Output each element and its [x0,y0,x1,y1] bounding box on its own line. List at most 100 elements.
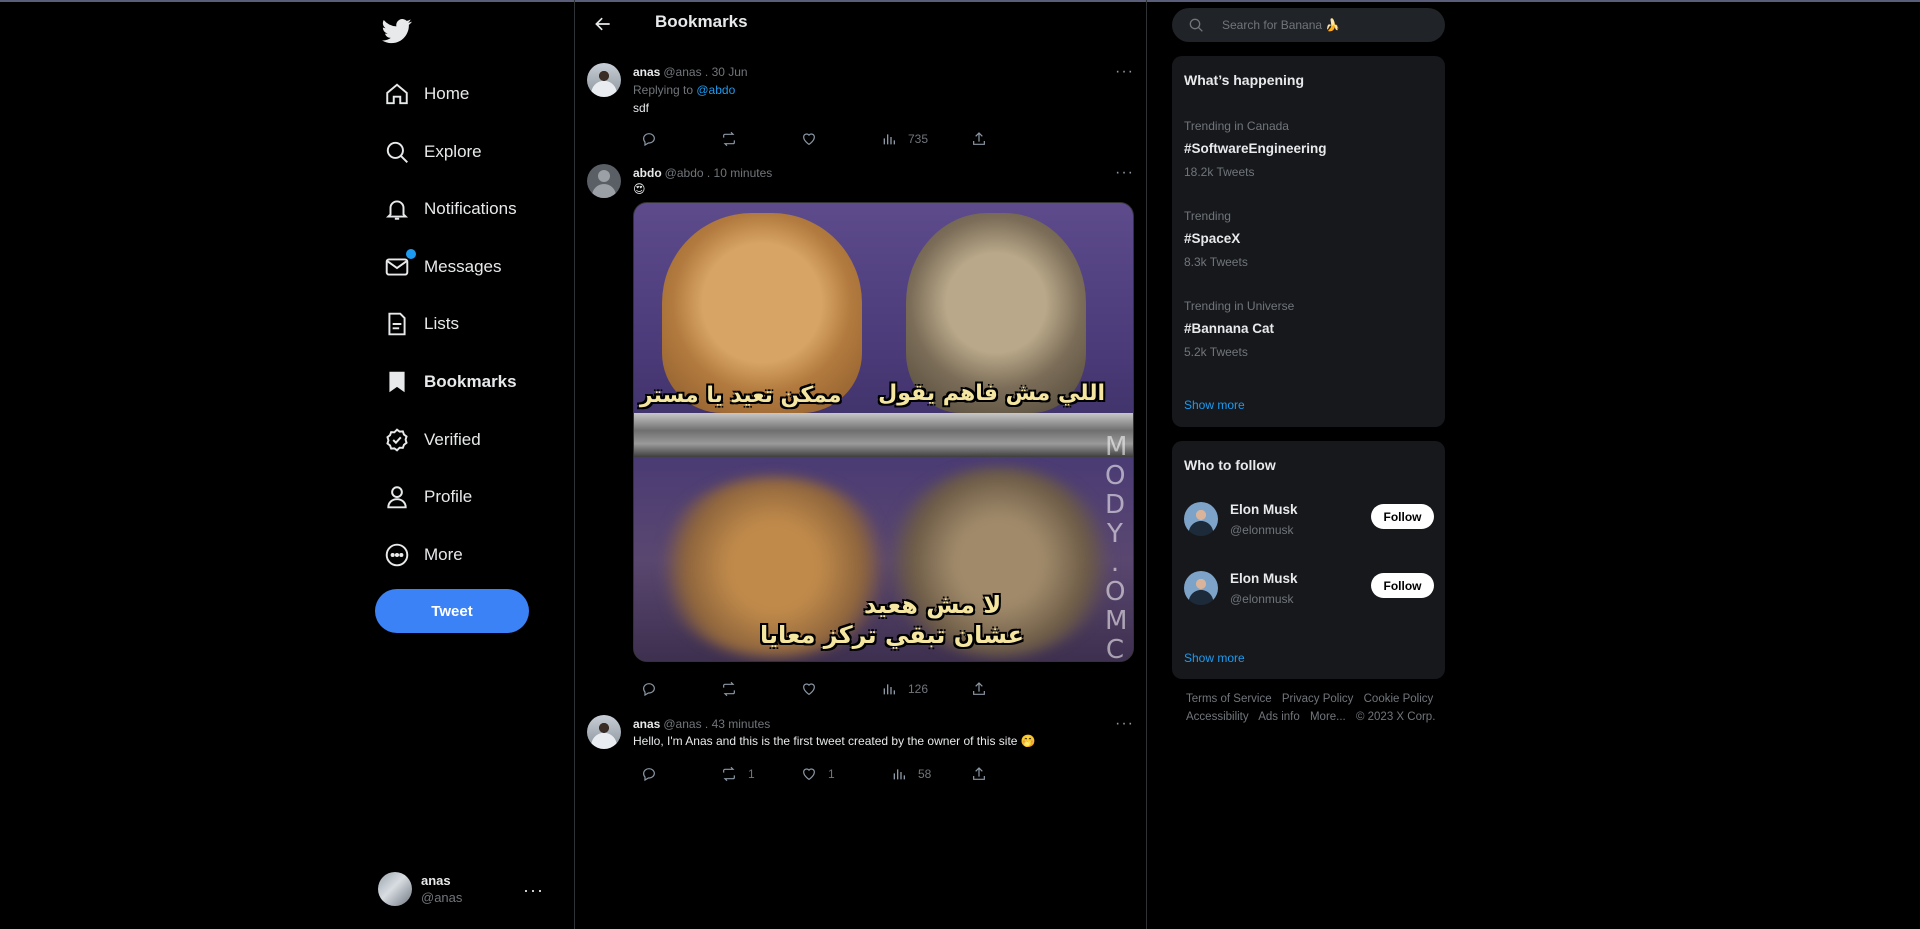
like-button[interactable] [801,131,817,147]
retweet-button[interactable] [721,131,737,147]
profile-icon [384,484,410,510]
like-button[interactable] [801,681,817,697]
replying-to: Replying to @abdo [633,83,735,97]
follow-button[interactable]: Follow [1371,504,1434,529]
trend-hashtag: #Bannana Cat [1184,321,1275,336]
trend-context: Trending in Universe [1184,299,1295,313]
avatar[interactable] [587,63,621,97]
account-name: anas [421,873,451,888]
nav-messages-label: Messages [424,257,502,276]
nav-home-label: Home [424,84,470,103]
nav-lists-label: Lists [424,314,459,333]
nav-bookmarks[interactable]: Bookmarks [384,362,517,402]
watermark-letter: M [1105,606,1128,636]
trend-item[interactable]: Trending #SpaceX 8.3k Tweets [1184,209,1434,269]
tweet-more-icon[interactable]: ··· [1115,164,1134,182]
avatar[interactable] [1184,571,1218,605]
nav-verified[interactable]: Verified [384,420,481,460]
meme-top-panel: اللي مش فاهم يقول ممكن تعيد يا مستر [634,203,1133,457]
tweet[interactable]: abdo @abdo . 10 minutes ··· 😍 اللي مش فاه… [575,164,1146,709]
avatar[interactable] [1184,502,1218,536]
nav-verified-label: Verified [424,430,481,449]
reply-button[interactable] [641,681,657,697]
nav-more[interactable]: More [384,535,463,575]
reply-button[interactable] [641,766,657,782]
trend-item[interactable]: Trending in Canada #SoftwareEngineering … [1184,119,1434,179]
meme-caption-top-right: اللي مش فاهم يقول [878,381,1105,406]
search-bar[interactable] [1172,8,1445,42]
views-button[interactable]: 126 [881,681,928,697]
avatar[interactable] [587,715,621,749]
trend-count: 5.2k Tweets [1184,345,1248,359]
share-button[interactable] [971,766,987,782]
watermark-letter: O [1105,577,1126,607]
retweet-count: 1 [748,767,755,781]
suggestion-handle: @elonmusk [1230,592,1294,606]
nav-lists[interactable]: Lists [384,304,459,344]
trend-hashtag: #SoftwareEngineering [1184,141,1327,156]
share-icon [973,682,985,695]
heart-icon [803,683,815,696]
follow-button[interactable]: Follow [1371,573,1434,598]
like-button[interactable]: 1 [801,766,835,782]
tweet-button[interactable]: Tweet [375,589,529,633]
tweet-more-icon[interactable]: ··· [1115,715,1134,733]
watermark-letter: M [1105,432,1128,462]
tweet-more-icon[interactable]: ··· [1115,63,1134,81]
page-title: Bookmarks [655,12,748,31]
reply-button[interactable] [641,131,657,147]
tweet-author-name[interactable]: anas [633,717,660,731]
tweet-author-name[interactable]: abdo [633,166,662,180]
views-chart-icon [893,769,905,780]
twitter-logo-icon[interactable] [382,16,412,46]
tweet-text: sdf [633,101,650,115]
heart-icon [803,768,815,781]
nav-explore[interactable]: Explore [384,132,482,172]
trend-item[interactable]: Trending in Universe #Bannana Cat 5.2k T… [1184,299,1434,359]
trends-panel: What’s happening Trending in Canada #Sof… [1172,56,1445,427]
follow-suggestion[interactable]: Elon Musk @elonmusk Follow [1184,502,1434,542]
tweet-image[interactable]: اللي مش فاهم يقول ممكن تعيد يا مستر لا م… [633,202,1134,662]
tweet-author-name[interactable]: anas [633,65,660,79]
footer-privacy-link[interactable]: Privacy Policy [1282,693,1354,705]
footer-ads-link[interactable]: Ads info [1258,711,1300,723]
footer-accessibility-link[interactable]: Accessibility [1186,711,1249,723]
trends-show-more-link[interactable]: Show more [1184,398,1245,412]
retweet-button[interactable] [721,681,737,697]
tweet-actions: 1 1 58 [633,766,1013,786]
nav-bookmarks-label: Bookmarks [424,372,517,391]
nav-home[interactable]: Home [384,74,469,114]
views-button[interactable]: 58 [891,766,931,782]
who-to-follow-panel: Who to follow Elon Musk @elonmusk Follow… [1172,441,1445,679]
follow-show-more-link[interactable]: Show more [1184,651,1245,665]
views-button[interactable]: 735 [881,131,928,147]
account-more-icon[interactable]: ··· [523,880,544,901]
nav-notifications[interactable]: Notifications [384,189,517,229]
search-input[interactable] [1222,18,1442,32]
replying-to-prefix: Replying to [633,83,697,97]
meme-bottom-panel: لا مش هعيد عشان تبقي تركز معايا [634,457,1133,661]
retweet-icon [723,131,735,147]
nav-profile[interactable]: Profile [384,477,472,517]
left-sidebar: Home Explore Notifications Messages List… [370,0,570,929]
share-button[interactable] [971,681,987,697]
footer-more-link[interactable]: More... [1310,711,1346,723]
who-to-follow-title: Who to follow [1184,457,1276,473]
account-switcher[interactable]: anas @anas ··· [378,868,543,910]
back-arrow-icon[interactable] [593,14,613,34]
tweet[interactable]: anas @anas . 43 minutes ··· Hello, I'm An… [575,715,1146,785]
suggestion-name: Elon Musk [1230,571,1298,586]
share-button[interactable] [971,131,987,147]
footer-terms-link[interactable]: Terms of Service [1186,693,1272,705]
nav-messages[interactable]: Messages [384,247,501,287]
follow-suggestion[interactable]: Elon Musk @elonmusk Follow [1184,571,1434,611]
like-count: 1 [828,767,835,781]
tweet[interactable]: anas @anas . 30 Jun ··· Replying to @abdo… [575,63,1146,153]
replying-to-link[interactable]: @abdo [696,83,735,97]
reply-icon [643,683,655,697]
avatar[interactable] [587,164,621,198]
footer-cookie-link[interactable]: Cookie Policy [1364,693,1434,705]
retweet-button[interactable]: 1 [721,766,755,782]
window-rail [634,413,1133,457]
tweet-author-handle: @anas . 30 Jun [663,65,748,79]
